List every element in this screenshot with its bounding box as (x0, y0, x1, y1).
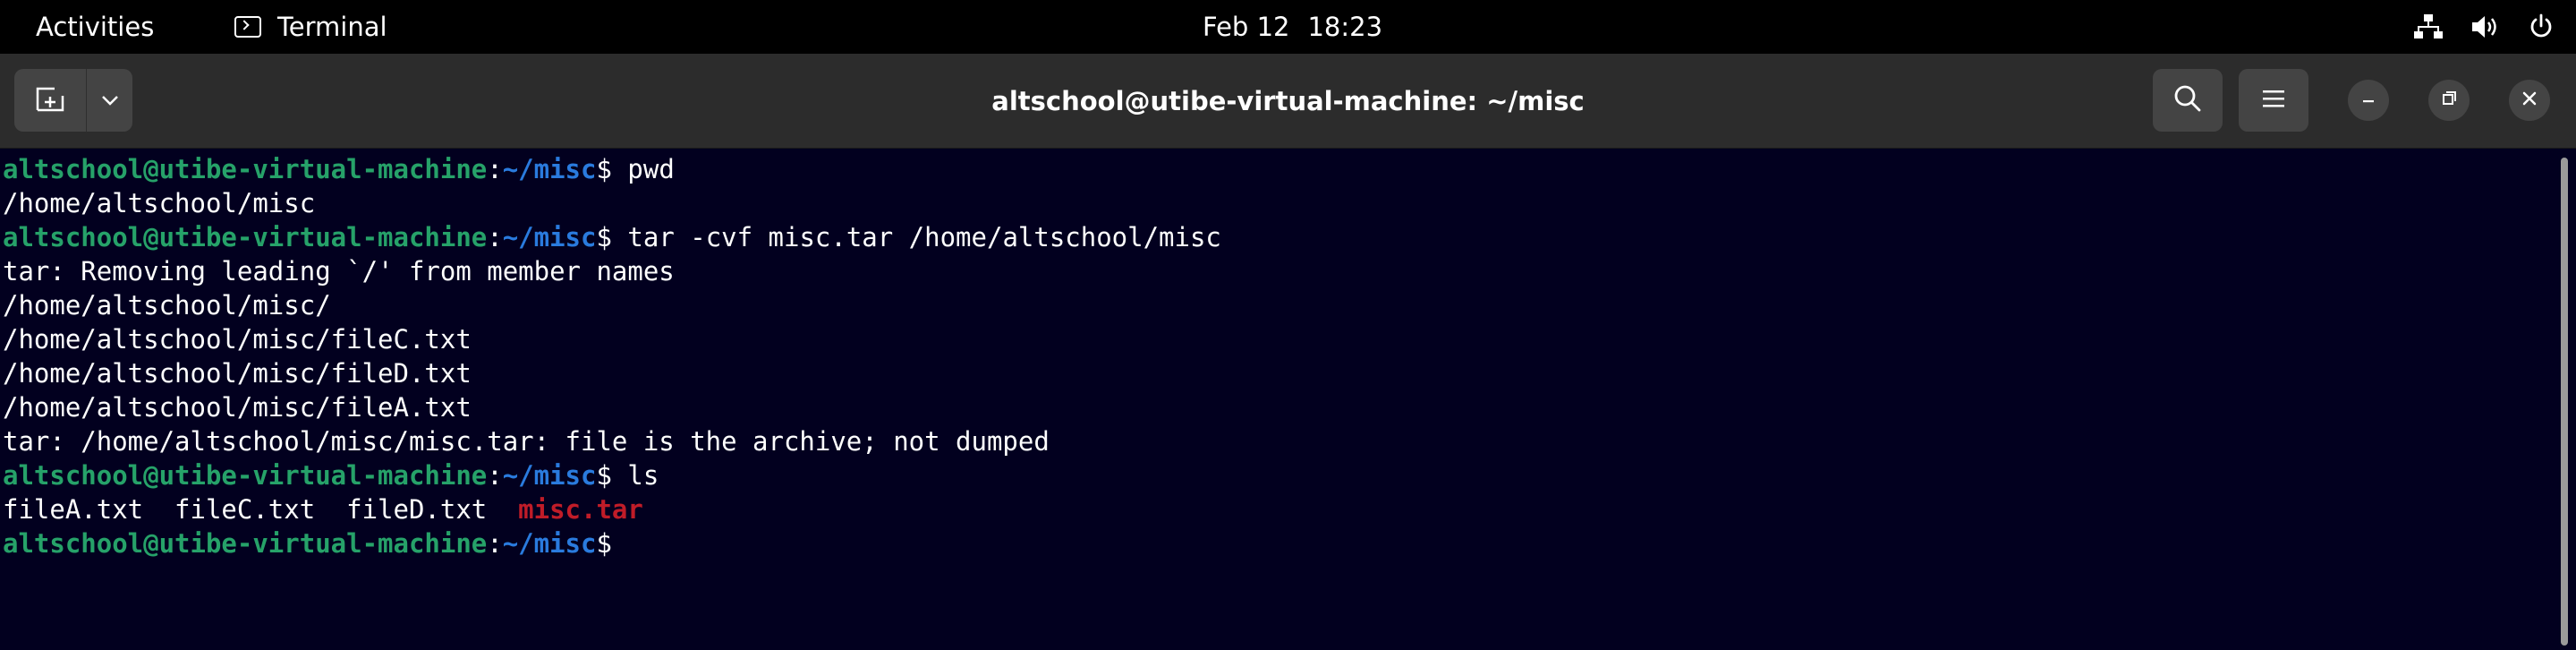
window-headerbar (0, 54, 2576, 149)
terminal-view[interactable]: altschool@utibe-virtual-machine:~/misc$ … (0, 149, 2576, 650)
terminal-icon (234, 16, 261, 38)
power-icon[interactable] (2528, 13, 2555, 40)
new-tab-button[interactable] (14, 69, 87, 132)
prompt-line: altschool@utibe-virtual-machine:~/misc$ … (3, 458, 1221, 492)
network-icon[interactable] (2413, 13, 2444, 40)
app-menu[interactable]: Terminal (234, 0, 387, 54)
hamburger-menu-icon (2262, 89, 2285, 112)
prompt-path: ~/misc (502, 460, 597, 491)
close-button[interactable] (2509, 80, 2550, 121)
output-line: /home/altschool/misc/fileC.txt (3, 324, 472, 355)
clock-date: Feb 12 (1203, 12, 1290, 42)
command-text: ls (611, 460, 659, 491)
clock-time: 18:23 (1307, 12, 1383, 42)
chevron-down-icon (101, 92, 119, 109)
prompt-user-host: altschool@utibe-virtual-machine (3, 154, 488, 184)
output-line: tar: /home/altschool/misc/misc.tar: file… (3, 426, 1050, 457)
prompt-path: ~/misc (502, 154, 597, 184)
minimize-icon (2361, 91, 2376, 109)
close-icon (2521, 90, 2538, 110)
archive-file: misc.tar (518, 494, 643, 525)
maximize-button[interactable] (2428, 80, 2470, 121)
prompt-symbol: $ (596, 528, 612, 559)
maximize-icon (2441, 90, 2457, 110)
minimize-button[interactable] (2348, 80, 2389, 121)
top-bar: Activities Terminal Feb 12 18:23 (0, 0, 2576, 54)
search-icon (2173, 84, 2202, 116)
prompt-line: altschool@utibe-virtual-machine:~/misc$ … (3, 152, 1221, 186)
main-menu-button[interactable] (2239, 69, 2308, 132)
activities-button[interactable]: Activities (36, 0, 154, 54)
output-line: /home/altschool/misc/ (3, 290, 331, 321)
command-text: tar -cvf misc.tar /home/altschool/misc (611, 222, 1221, 252)
system-tray[interactable] (2413, 0, 2555, 54)
prompt-colon: : (487, 154, 503, 184)
file-list: fileA.txt fileC.txt fileD.txt (3, 494, 519, 525)
app-name: Terminal (277, 12, 387, 42)
clock[interactable]: Feb 12 18:23 (1203, 0, 1382, 54)
prompt-user-host: altschool@utibe-virtual-machine (3, 528, 488, 559)
output-line: /home/altschool/misc/fileD.txt (3, 358, 472, 389)
tab-dropdown-button[interactable] (87, 69, 132, 132)
prompt-colon: : (487, 528, 503, 559)
prompt-path: ~/misc (502, 222, 597, 252)
ls-output-line: fileA.txt fileC.txt fileD.txt misc.tar (3, 492, 1221, 526)
prompt-user-host: altschool@utibe-virtual-machine (3, 460, 488, 491)
terminal-scrollbar[interactable] (2561, 158, 2568, 646)
prompt-line: altschool@utibe-virtual-machine:~/misc$ … (3, 220, 1221, 254)
prompt-colon: : (487, 460, 503, 491)
prompt-symbol: $ (596, 154, 612, 184)
new-tab-icon (35, 85, 65, 115)
output-line: /home/altschool/misc/fileA.txt (3, 392, 472, 423)
command-text: pwd (611, 154, 675, 184)
volume-icon[interactable] (2470, 13, 2501, 40)
prompt-symbol: $ (596, 460, 612, 491)
prompt-colon: : (487, 222, 503, 252)
new-tab-group (14, 69, 132, 132)
prompt-line: altschool@utibe-virtual-machine:~/misc$ (3, 526, 1221, 560)
prompt-user-host: altschool@utibe-virtual-machine (3, 222, 488, 252)
output-line: /home/altschool/misc (3, 188, 316, 218)
output-line: tar: Removing leading `/' from member na… (3, 256, 675, 287)
prompt-symbol: $ (596, 222, 612, 252)
search-button[interactable] (2153, 69, 2223, 132)
prompt-path: ~/misc (502, 528, 597, 559)
terminal-output: altschool@utibe-virtual-machine:~/misc$ … (3, 152, 1221, 560)
